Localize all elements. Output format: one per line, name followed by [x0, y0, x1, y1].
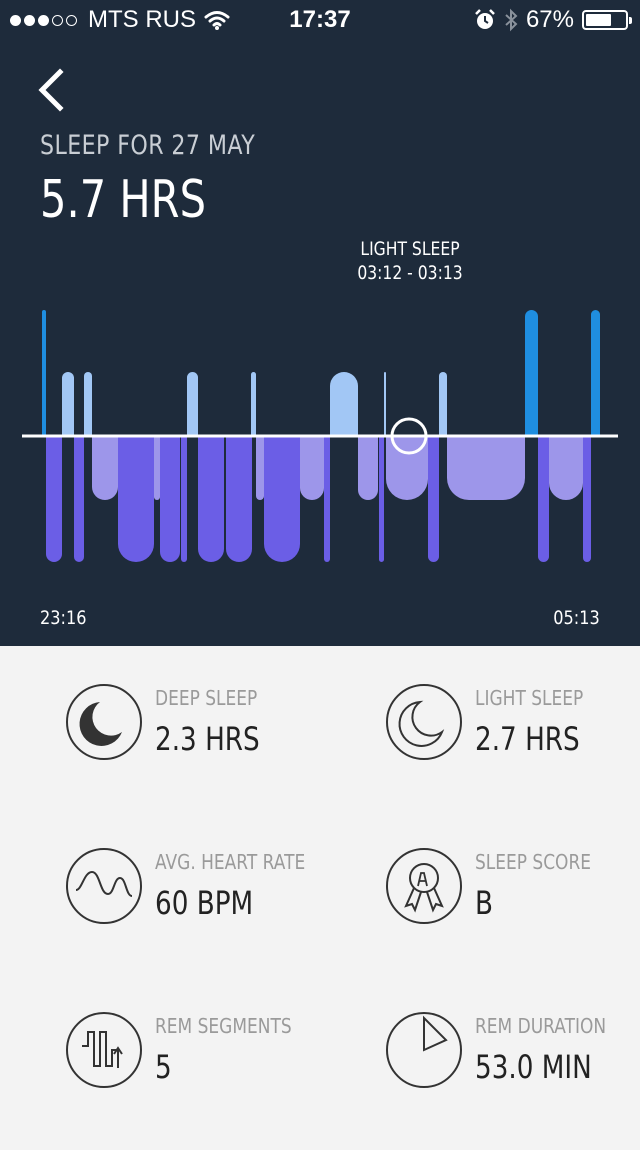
- wave-icon: [66, 848, 142, 924]
- stat-value: B: [475, 884, 494, 922]
- status-bar: MTS RUS 17:37 67%: [0, 0, 640, 40]
- sleep-segment-light[interactable]: [256, 436, 264, 500]
- sleep-segment-rem[interactable]: [187, 372, 198, 436]
- selected-stage-time: 03:12 - 03:13: [357, 262, 463, 284]
- stat-rem-duration: REM DURATION 53.0 MIN: [320, 1010, 640, 1150]
- sleep-segment-deep[interactable]: [118, 436, 154, 562]
- sleep-segment-base: [300, 436, 324, 448]
- bluetooth-icon: [505, 8, 518, 32]
- sleep-segment-rem[interactable]: [62, 372, 74, 436]
- sleep-segment-deep[interactable]: [46, 436, 62, 562]
- sleep-segment-base: [264, 436, 300, 454]
- sleep-segment-base: [198, 436, 224, 449]
- page-subtitle: SLEEP FOR 27 MAY: [40, 130, 256, 161]
- stat-label: DEEP SLEEP: [155, 686, 258, 710]
- stat-value: 53.0 MIN: [475, 1048, 592, 1086]
- sleep-segment-deep[interactable]: [538, 436, 549, 562]
- battery-percent: 67%: [525, 6, 574, 33]
- sleep-segment-rem[interactable]: [84, 372, 92, 436]
- sleep-segment-deep[interactable]: [226, 436, 252, 562]
- sleep-segment-awake[interactable]: [591, 310, 600, 436]
- stat-sleep-score: SLEEP SCORE B: [320, 846, 640, 986]
- pie-duration-icon: [386, 1012, 462, 1088]
- battery-nub: [629, 17, 632, 24]
- sleep-segment-base: [118, 436, 154, 454]
- sleep-stage-chart[interactable]: [0, 290, 640, 580]
- stat-label: LIGHT SLEEP: [475, 686, 584, 710]
- stat-rem-segments: REM SEGMENTS 5: [0, 1010, 320, 1150]
- sleep-segment-base: [92, 436, 118, 449]
- sleep-segment-base: [226, 436, 252, 449]
- award-ribbon-icon: [386, 848, 462, 924]
- sleep-segment-base: [447, 436, 525, 458]
- stat-label: AVG. HEART RATE: [155, 850, 306, 874]
- sleep-segment-deep[interactable]: [160, 436, 180, 562]
- stat-value: 2.7 HRS: [475, 720, 580, 758]
- stat-label: SLEEP SCORE: [475, 850, 591, 874]
- sleep-segment-rem[interactable]: [439, 372, 447, 436]
- stat-label: REM SEGMENTS: [155, 1014, 292, 1038]
- battery-icon: [582, 10, 632, 30]
- chart-end-time: 05:13: [553, 607, 600, 629]
- sleep-segment-deep[interactable]: [264, 436, 300, 562]
- stat-value: 5: [155, 1048, 172, 1086]
- sleep-segment-deep[interactable]: [379, 436, 384, 562]
- chart-start-time: 23:16: [40, 607, 87, 629]
- status-right: 67%: [474, 6, 632, 34]
- sleep-segment-deep[interactable]: [74, 436, 84, 562]
- stat-value: 2.3 HRS: [155, 720, 260, 758]
- stat-value: 60 BPM: [155, 884, 254, 922]
- sleep-segment-base: [549, 436, 583, 453]
- stat-deep-sleep: DEEP SLEEP 2.3 HRS: [0, 682, 320, 822]
- back-button[interactable]: [30, 66, 80, 116]
- stat-light-sleep: LIGHT SLEEP 2.7 HRS: [320, 682, 640, 822]
- selected-stage-label: LIGHT SLEEP: [360, 238, 460, 260]
- sleep-segment-deep[interactable]: [198, 436, 224, 562]
- sleep-segment-rem[interactable]: [251, 372, 256, 436]
- sleep-segment-deep[interactable]: [181, 436, 187, 562]
- sleep-segment-awake[interactable]: [42, 310, 46, 436]
- stat-heart-rate: AVG. HEART RATE 60 BPM: [0, 846, 320, 986]
- sleep-segment-rem[interactable]: [384, 372, 386, 436]
- sleep-segment-base: [330, 422, 358, 436]
- sleep-segment-light[interactable]: [154, 436, 160, 500]
- alarm-clock-icon: [475, 9, 495, 29]
- battery-fill: [586, 14, 612, 26]
- moon-outline-icon: [386, 684, 462, 760]
- sleep-segment-deep[interactable]: [428, 436, 439, 562]
- sleep-segment-awake[interactable]: [525, 310, 538, 436]
- sleep-segment-deep[interactable]: [324, 436, 330, 562]
- stat-label: REM DURATION: [475, 1014, 607, 1038]
- rem-segments-icon: [66, 1012, 142, 1088]
- moon-filled-icon: [66, 684, 142, 760]
- total-sleep-hours: 5.7 HRS: [40, 170, 206, 230]
- sleep-segment-deep[interactable]: [583, 436, 591, 562]
